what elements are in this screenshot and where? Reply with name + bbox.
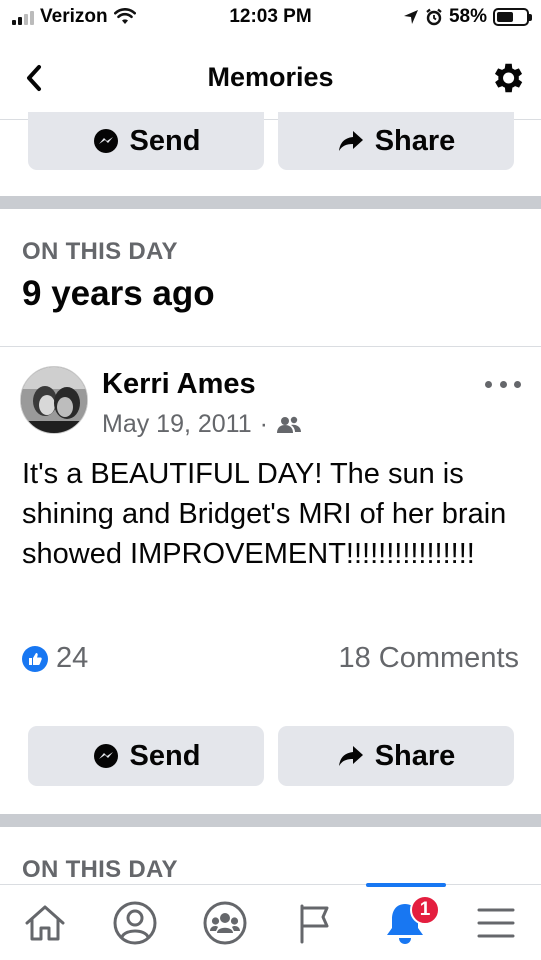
notification-badge: 1 xyxy=(410,895,440,925)
post-action-row: Send Share xyxy=(28,726,514,786)
send-label: Send xyxy=(129,124,201,157)
section-divider xyxy=(0,196,541,209)
settings-button[interactable] xyxy=(487,58,527,98)
status-bar: Verizon 12:03 PM 58% xyxy=(0,0,541,36)
nav-header: Memories xyxy=(0,40,541,120)
share-arrow-icon xyxy=(338,131,363,151)
pages-flag-icon xyxy=(300,904,329,944)
send-button[interactable]: Send xyxy=(28,726,264,786)
post-text: It's a BEAUTIFUL DAY! The sun is shining… xyxy=(22,458,507,570)
battery-icon xyxy=(493,8,532,26)
send-button[interactable]: Send xyxy=(28,112,264,170)
section-divider xyxy=(0,814,541,827)
profile-icon xyxy=(113,901,157,945)
share-button[interactable]: Share xyxy=(278,726,514,786)
on-this-day-label: ON THIS DAY xyxy=(22,856,178,883)
menu-icon xyxy=(477,908,515,938)
more-dot xyxy=(485,380,492,388)
more-options-button[interactable] xyxy=(485,372,521,396)
gear-icon xyxy=(494,63,523,93)
tab-profile[interactable] xyxy=(90,885,180,960)
more-dot xyxy=(514,380,521,388)
share-button[interactable]: Share xyxy=(278,112,514,170)
location-arrow-icon xyxy=(403,10,418,24)
tab-menu[interactable] xyxy=(451,885,541,960)
page-title: Memories xyxy=(207,62,334,92)
share-label: Share xyxy=(374,124,456,157)
post-meta: May 19, 2011 · xyxy=(102,410,302,439)
bottom-tab-bar: 1 xyxy=(0,883,541,960)
reactions-summary[interactable]: 24 xyxy=(22,642,88,675)
tab-home[interactable] xyxy=(0,885,90,960)
on-this-day-label: ON THIS DAY xyxy=(22,238,178,265)
share-label: Share xyxy=(374,739,456,772)
avatar-photo xyxy=(21,367,87,433)
messenger-icon xyxy=(93,129,118,153)
status-indicators: 58% xyxy=(403,6,532,28)
battery-percent: 58% xyxy=(448,6,487,27)
groups-icon xyxy=(203,901,247,945)
meta-separator: · xyxy=(259,410,268,438)
tab-notifications[interactable]: 1 xyxy=(360,885,450,960)
alarm-icon xyxy=(426,8,442,26)
divider-line xyxy=(0,346,541,347)
top-action-row: Send Share xyxy=(28,112,514,170)
home-icon xyxy=(25,905,65,941)
post-date[interactable]: May 19, 2011 xyxy=(102,410,252,439)
avatar[interactable] xyxy=(20,366,88,434)
years-ago-title: 9 years ago xyxy=(22,274,215,313)
like-icon xyxy=(22,645,48,672)
messenger-icon xyxy=(93,744,118,768)
send-label: Send xyxy=(129,739,201,772)
more-dot xyxy=(499,380,507,388)
share-arrow-icon xyxy=(338,746,363,766)
likes-count: 24 xyxy=(56,642,89,674)
tab-pages[interactable] xyxy=(270,885,360,960)
tab-groups[interactable] xyxy=(180,885,270,960)
post-author[interactable]: Kerri Ames xyxy=(102,368,256,401)
friends-audience-icon xyxy=(276,416,301,433)
comments-count[interactable]: 18 Comments xyxy=(338,642,519,675)
